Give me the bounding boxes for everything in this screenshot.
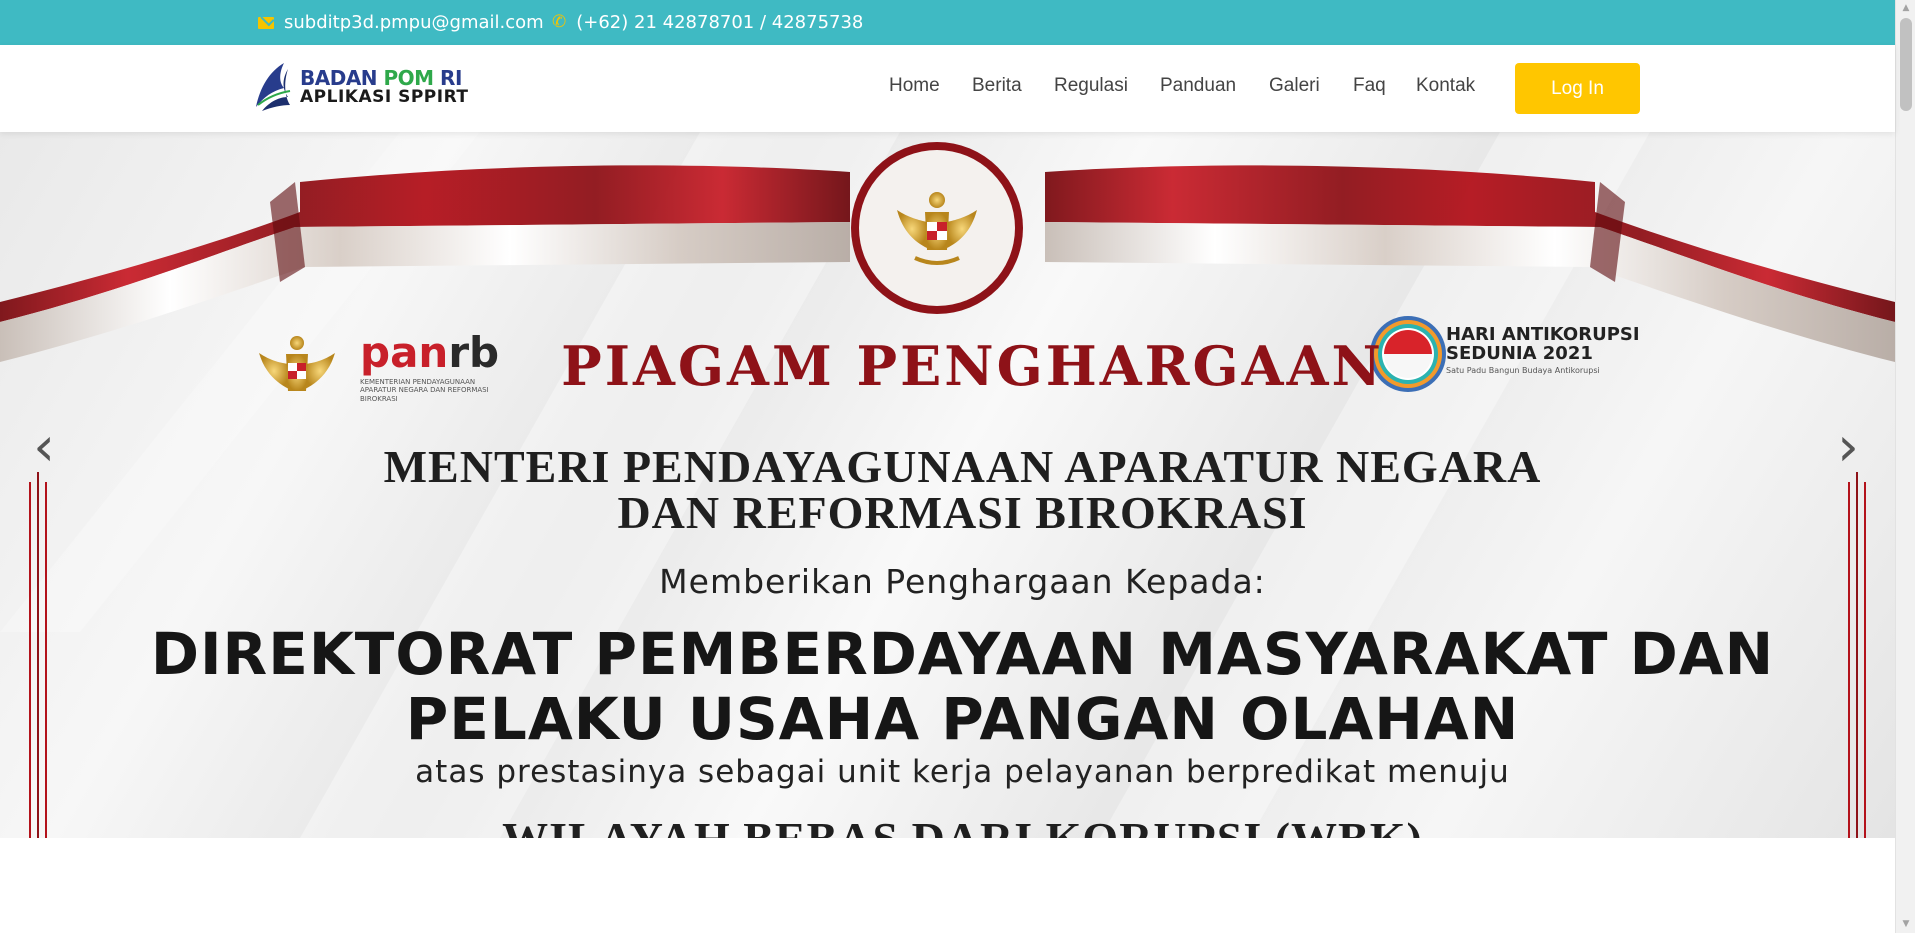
- contact-email-text[interactable]: subditp3d.pmpu@gmail.com: [284, 12, 544, 33]
- nav-regulasi[interactable]: Regulasi: [1054, 75, 1128, 97]
- nav-galeri[interactable]: Galeri: [1269, 75, 1320, 97]
- hakordia-line2: SEDUNIA 2021: [1446, 342, 1593, 364]
- contact-phone[interactable]: ✆ (+62) 21 42878701 / 42875738: [552, 0, 863, 45]
- carousel-next-button[interactable]: ›: [1830, 420, 1866, 474]
- issuer-line1: MENTERI PENDAYAGUNAAN APARATUR NEGARA: [383, 441, 1542, 492]
- bpom-logo-mark: [256, 63, 291, 111]
- chevron-right-icon: ›: [1837, 415, 1859, 478]
- scroll-down-arrow-icon[interactable]: ▼: [1896, 916, 1915, 933]
- carousel-prev-button[interactable]: ‹: [26, 420, 62, 474]
- main-navbar: BADAN POM RI APLIKASI SPPIRT Home Berita…: [0, 45, 1895, 132]
- hero-carousel[interactable]: panrb KEMENTERIAN PENDAYAGUNAAN APARATUR…: [0, 132, 1895, 838]
- login-button[interactable]: Log In: [1515, 63, 1640, 114]
- phone-icon: ✆: [552, 12, 567, 32]
- hakordia-tagline: Satu Padu Bangun Budaya Antikorupsi: [1446, 365, 1600, 375]
- award-reason: atas prestasinya sebagai unit kerja pela…: [415, 754, 1510, 790]
- nav-berita[interactable]: Berita: [972, 75, 1022, 97]
- hakordia-logo: HARI ANTIKORUPSI SEDUNIA 2021 Satu Padu …: [1382, 325, 1640, 375]
- brand-line2: APLIKASI SPPIRT: [300, 86, 469, 107]
- issuer-line2: DAN REFORMASI BIROKRASI: [617, 487, 1308, 538]
- award-predicate: WILAYAH BEBAS DARI KORUPSI (WBK): [0, 812, 1895, 838]
- nav-kontak[interactable]: Kontak: [1416, 75, 1475, 97]
- scroll-up-arrow-icon[interactable]: ▲: [1896, 0, 1915, 17]
- nav-panduan[interactable]: Panduan: [1160, 75, 1236, 97]
- chevron-left-icon: ‹: [33, 415, 55, 478]
- contact-phone-text[interactable]: (+62) 21 42878701 / 42875738: [576, 12, 863, 33]
- nav-home[interactable]: Home: [889, 75, 940, 97]
- nav-faq[interactable]: Faq: [1353, 75, 1386, 97]
- envelope-icon: [258, 16, 274, 29]
- award-intro: Memberikan Penghargaan Kepada:: [659, 562, 1266, 601]
- recipient-line2: PELAKU USAHA PANGAN OLAHAN: [405, 685, 1520, 753]
- contact-bar: subditp3d.pmpu@gmail.com ✆ (+62) 21 4287…: [0, 0, 1895, 45]
- scrollbar-thumb[interactable]: [1900, 18, 1912, 111]
- contact-email[interactable]: subditp3d.pmpu@gmail.com: [258, 0, 544, 45]
- recipient-line1: DIREKTORAT PEMBERDAYAAN MASYARAKAT DAN: [150, 620, 1775, 688]
- site-logo[interactable]: BADAN POM RI APLIKASI SPPIRT: [250, 59, 469, 115]
- page-scrollbar[interactable]: ▲ ▼: [1895, 0, 1915, 933]
- brand-line1: BADAN POM RI: [300, 65, 462, 90]
